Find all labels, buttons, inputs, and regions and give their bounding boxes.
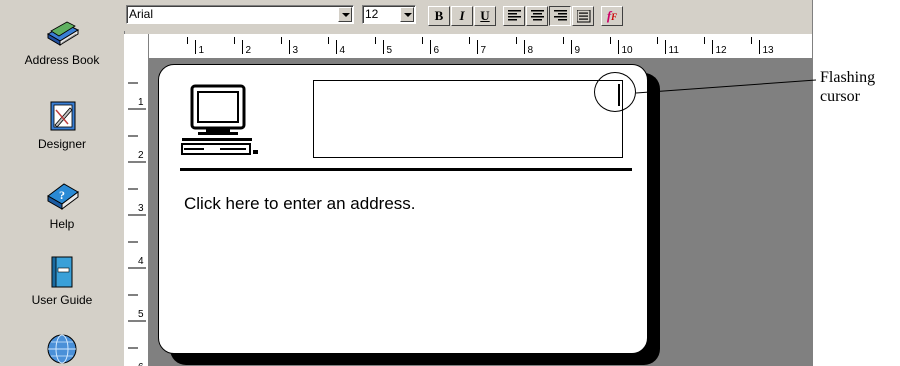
callout-line-2: cursor [820,88,860,105]
callout-text: Flashing cursor [820,68,875,106]
callout-line-1: Flashing [820,69,876,86]
callout-leader-line [635,79,817,94]
